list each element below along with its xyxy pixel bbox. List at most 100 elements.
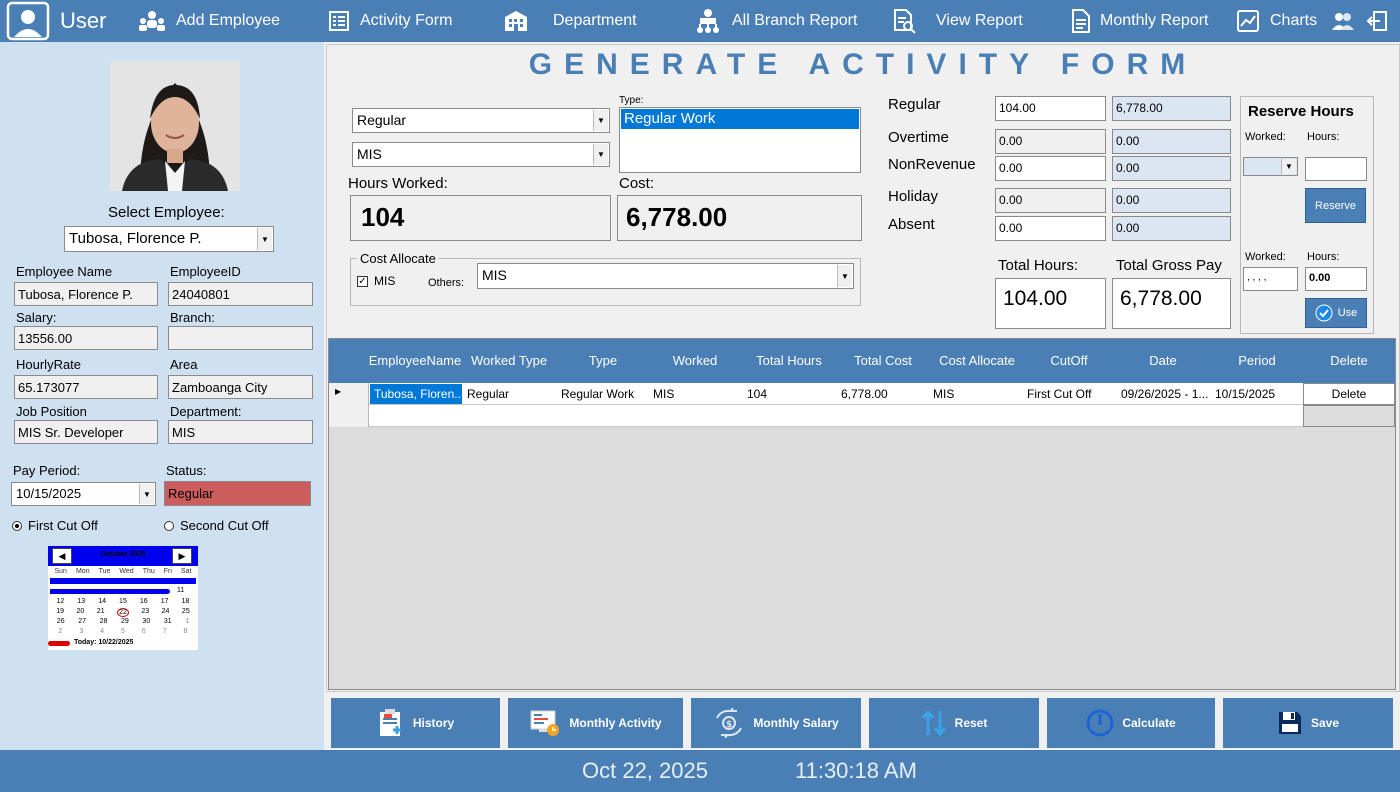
monthly-activity-button[interactable]: Monthly Activity [508,698,683,748]
absent-hours-field[interactable]: 0.00 [995,216,1106,241]
grid-cell[interactable]: First Cut Off [1023,384,1115,404]
column-header[interactable]: Worked [649,339,741,383]
row-delete-button[interactable]: Delete [1303,383,1395,405]
column-header[interactable]: Total Hours [743,339,835,383]
nav-users-button[interactable] [1330,0,1366,42]
grid-cell[interactable]: 104 [743,384,835,404]
type-list-item[interactable]: Regular Work [621,109,859,129]
calendar-day-today[interactable]: 22 [117,608,129,617]
calendar-month-title[interactable]: October 2025 [78,551,168,558]
reserve-worked-select[interactable]: ▼ [1243,157,1298,176]
hours-worked-input[interactable]: 104 [350,195,611,241]
reserve-button[interactable]: Reserve [1305,188,1366,223]
calendar-day[interactable]: 17 [161,598,169,605]
hourly-rate-field[interactable]: 65.173077 [14,375,158,399]
calendar-day[interactable]: 4 [100,628,104,635]
column-header[interactable]: EmployeeName [369,339,462,383]
grid-cell[interactable]: Regular Work [557,384,649,404]
job-position-field[interactable]: MIS Sr. Developer [14,420,158,444]
grid-cell[interactable]: MIS [649,384,741,404]
chevron-down-icon[interactable]: ▼ [257,228,272,250]
calendar-day[interactable]: 20 [77,608,85,617]
regular-hours-field[interactable]: 104.00 [995,96,1106,121]
calendar-prev-button[interactable]: ◀ [52,548,72,564]
overtime-hours-field[interactable]: 0.00 [995,129,1106,154]
calendar-day[interactable]: 13 [77,598,85,605]
save-button[interactable]: Save [1223,698,1393,748]
department-select[interactable]: MIS ▼ [352,142,610,167]
nav-add-employee[interactable]: Add Employee [138,0,280,42]
column-header[interactable]: Date [1117,339,1209,383]
calendar-day[interactable]: 24 [162,608,170,617]
nav-charts[interactable]: Charts [1236,0,1317,42]
month-calendar[interactable]: ◀ ▶ October 2025 Sun Mon Tue Wed Thu Fri… [48,546,198,650]
first-cutoff-radio[interactable]: First Cut Off [12,518,98,533]
calendar-today-label[interactable]: Today: 10/22/2025 [74,639,133,646]
calendar-day[interactable]: 30 [142,618,150,625]
chevron-down-icon[interactable]: ▼ [837,265,852,287]
calculate-button[interactable]: Calculate [1047,698,1215,748]
nav-view-report[interactable]: View Report [892,0,1023,42]
grid-cell[interactable]: 09/26/2025 - 1... [1117,384,1209,404]
calendar-day[interactable]: 1 [185,618,189,625]
use-hours-field[interactable]: 0.00 [1305,267,1367,291]
column-header[interactable]: Cost Allocate [929,339,1025,383]
activity-grid[interactable]: EmployeeName Worked Type Type Worked Tot… [328,338,1396,690]
type-listbox[interactable]: Regular Work [619,107,861,173]
column-header[interactable]: Total Cost [837,339,929,383]
calendar-day[interactable]: 12 [57,598,65,605]
salary-field[interactable]: 13556.00 [14,326,158,350]
calendar-day[interactable]: 23 [141,608,149,617]
calendar-day[interactable]: 8 [184,628,188,635]
department-field[interactable]: MIS [168,420,313,444]
calendar-day[interactable]: 16 [140,598,148,605]
nav-department[interactable]: Department [503,0,637,42]
holiday-hours-field[interactable]: 0.00 [995,188,1106,213]
calendar-week-row[interactable]: 2 3 4 5 6 7 8 [50,628,196,635]
nav-monthly-report[interactable]: Monthly Report [1070,0,1209,42]
calendar-day[interactable]: 2 [58,628,62,635]
calendar-week-row[interactable]: 19 20 21 22 23 24 25 [50,608,196,617]
work-type-select[interactable]: Regular ▼ [352,108,610,133]
reset-button[interactable]: Reset [869,698,1039,748]
grid-cell[interactable]: Tubosa, Floren... [370,384,462,404]
column-header[interactable]: Type [557,339,649,383]
nav-activity-form[interactable]: Activity Form [328,0,452,42]
calendar-day[interactable]: 18 [182,598,190,605]
mis-checkbox[interactable]: ✓ MIS [357,274,395,288]
second-cutoff-radio[interactable]: Second Cut Off [164,518,269,533]
employee-id-field[interactable]: 24040801 [168,282,313,306]
nonrevenue-hours-field[interactable]: 0.00 [995,156,1106,181]
grid-cell[interactable]: 10/15/2025 [1211,384,1303,404]
pay-period-picker[interactable]: 10/15/2025 ▼ [11,482,156,506]
calendar-next-button[interactable]: ▶ [172,548,192,564]
chevron-down-icon[interactable]: ▼ [593,144,608,165]
calendar-day[interactable]: 15 [119,598,127,605]
calendar-day[interactable]: 28 [100,618,108,625]
history-button[interactable]: History [331,698,500,748]
area-field[interactable]: Zamboanga City [168,375,313,399]
new-row-delete-button[interactable] [1303,405,1395,427]
nav-user[interactable]: User [6,0,106,42]
calendar-week-row[interactable]: 12 13 14 15 16 17 18 [50,598,196,605]
nav-logout-button[interactable] [1366,0,1398,42]
calendar-day[interactable]: 19 [56,608,64,617]
chevron-down-icon[interactable]: ▼ [1281,159,1296,174]
calendar-day[interactable]: 31 [164,618,172,625]
column-header[interactable]: CutOff [1023,339,1115,383]
new-table-row[interactable] [329,405,1395,427]
column-header[interactable]: Period [1211,339,1303,383]
calendar-day[interactable]: 3 [79,628,83,635]
calendar-day[interactable]: 14 [98,598,106,605]
calendar-day[interactable]: 11 [177,587,184,594]
calendar-day[interactable]: 21 [97,608,105,617]
others-select[interactable]: MIS ▼ [477,263,854,289]
calendar-day[interactable]: 25 [182,608,190,617]
use-button[interactable]: Use [1305,298,1367,328]
branch-field[interactable] [168,326,313,350]
grid-cell[interactable]: MIS [929,384,1021,404]
grid-cell[interactable]: Regular [463,384,555,404]
column-header[interactable]: Worked Type [463,339,555,383]
chevron-down-icon[interactable]: ▼ [593,110,608,131]
calendar-week-row[interactable]: 26 27 28 29 30 31 1 [50,618,196,625]
